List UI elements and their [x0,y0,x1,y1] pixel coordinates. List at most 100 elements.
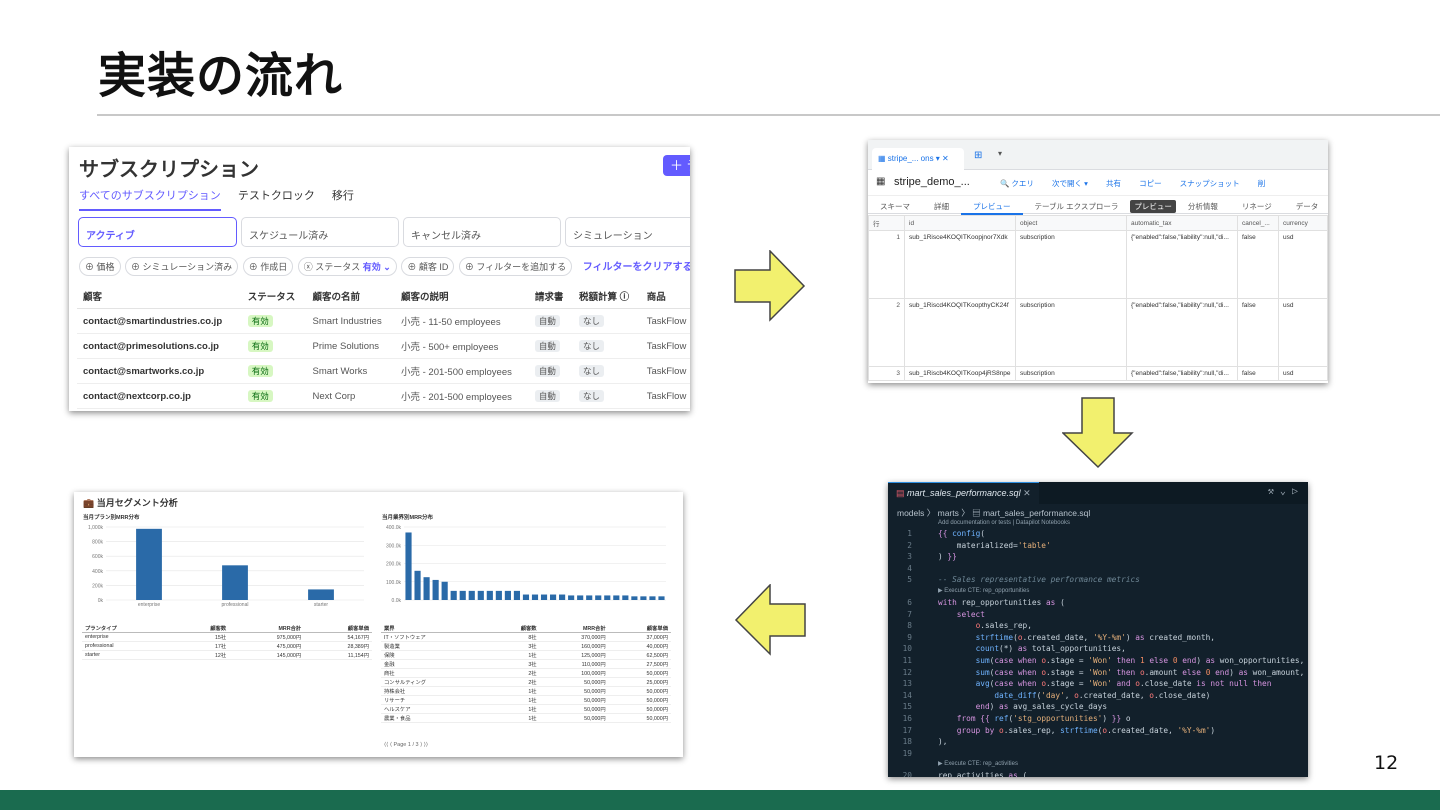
customer-description: 小売 - 201-500 employees [394,358,529,384]
chip-add-filter[interactable]: ⊕ フィルターを追加する [458,257,573,276]
invoice-badge: 自動 [534,365,560,377]
tab-schema[interactable]: スキーマ [868,197,922,215]
col-customer-desc[interactable]: 顧客の説明 [394,284,529,309]
table-row[interactable]: contact@smartindustries.co.jp 有効 Smart Ind… [77,308,690,334]
chevron-down-icon[interactable]: ⌄ [1280,486,1286,497]
table-pager[interactable]: ⟨⟨ ⟨ Page 1 / 3 ⟩ ⟩⟩ [384,742,428,748]
chart-bar [136,528,162,600]
arrow-down-icon [1062,397,1134,469]
chart-bar [531,594,539,600]
chip-simulated[interactable]: ⊕ シミュレーション済み [125,257,239,276]
y-tick-label: 400.0k [386,525,402,531]
table-header[interactable]: MRR合計 [539,624,609,634]
chip-status[interactable]: ⓧ ステータス 有効 ⌄ [297,257,397,276]
table-cell: 製造業 [381,641,490,652]
tab-lineage[interactable]: リネージ [1230,197,1284,215]
table-cell: 3社 [489,659,540,670]
filter-scheduled[interactable]: スケジュール済み [241,217,399,247]
table-row[interactable]: 3 sub_1Riscb4KOQITKoop4jRS8npe subscriptio… [868,366,1328,381]
filter-canceled[interactable]: キャンセル済み [403,217,561,247]
product-name: TaskFlow [640,383,690,409]
col-customer[interactable]: 顧客 [77,284,242,309]
table-cell: 145,000円 [229,650,305,661]
table-cell: 1社 [489,704,540,715]
arrow-right-icon [734,250,806,322]
filter-active[interactable]: アクティブ [78,217,237,247]
table-header[interactable]: プランタイプ [82,624,176,634]
tab-all-subscriptions[interactable]: すべてのサブスクリプション [79,187,221,211]
chip-price[interactable]: ⊕ 価格 [79,257,121,276]
tab-data[interactable]: データ [1284,197,1328,215]
col-tax[interactable]: 税額計算 ⓘ [573,284,641,309]
add-tab-icon[interactable]: ⊞ [974,150,982,161]
chip-created[interactable]: ⊕ 作成日 [242,257,294,276]
copy-button[interactable]: コピー [1139,179,1162,188]
chart-bar [658,596,665,600]
table-row: 保険 1社 125,000円 62,500円 [381,650,671,661]
tab-insights[interactable]: 分析情報 [1176,197,1230,215]
bigquery-table-tab[interactable]: ▦ stripe_... ons ▾ ✕ [872,148,964,170]
wrench-icon[interactable]: ⚒ [1268,486,1274,497]
table-header[interactable]: 顧客単価 [608,624,671,634]
filter-simulation[interactable]: シミュレーション [565,217,690,247]
table-row: 農業・食品 1社 50,000円 50,000円 [381,713,671,724]
chart-bar [640,596,647,600]
share-button[interactable]: 共有 [1106,179,1121,188]
col-cancel[interactable]: cancel_... [1237,215,1279,231]
table-row[interactable]: 1 sub_1Risce4KOQITKoopjnor7Xdk subscriptio… [868,230,1328,299]
industry-mrr-chart: 400.0k 300.0k 200.0k 100.0k 0.0k [386,525,666,604]
open-with-button[interactable]: 次で開く ▾ [1052,179,1088,188]
table-cell: 54,167円 [304,632,372,643]
table-header[interactable]: 業界 [381,624,490,634]
snapshot-button[interactable]: スナップショット [1180,179,1240,188]
col-currency[interactable]: currency [1278,215,1328,231]
table-cell: 保険 [381,650,490,661]
product-name: TaskFlow [640,308,690,334]
table-header[interactable]: MRR合計 [229,624,305,634]
table-header[interactable]: 顧客数 [175,624,230,634]
col-status[interactable]: ステータス [241,284,307,309]
col-product[interactable]: 商品 [640,284,690,309]
col-customer-name[interactable]: 顧客の名前 [306,284,395,309]
col-automatic-tax[interactable]: automatic_tax [1126,215,1238,231]
col-invoice[interactable]: 請求書 [528,284,574,309]
table-row[interactable]: 2 sub_1Riscd4KOQITKoopthyCK24f subscriptio… [868,298,1328,367]
editor-file-tab[interactable]: ▤ mart_sales_performance.sql ✕ [888,482,1039,504]
cancel-value: false [1237,230,1279,299]
tab-migration[interactable]: 移行 [332,187,354,209]
invoice-cell: 自動 [528,383,574,409]
run-icon[interactable]: ▷ [1292,486,1298,497]
table-row: コンサルティング 2社 50,000円 25,000円 [381,677,671,688]
table-row[interactable]: contact@nextcorp.co.jp 有効 Next Corp 小売 - 20… [77,383,690,409]
clear-filters-link[interactable]: フィルターをクリアする [583,262,690,273]
tax-cell: なし [573,358,641,384]
table-cell: 商社 [381,668,490,679]
close-icon[interactable]: ✕ [1023,488,1031,498]
tab-details[interactable]: 詳細 [922,197,961,215]
tab-test-clock[interactable]: テストクロック [238,187,315,209]
query-button[interactable]: 🔍 クエリ [1000,179,1034,188]
title-rule [97,114,1440,116]
codelens-execute-cte-2[interactable]: ▶ Execute CTE: rep_activities [888,759,1308,770]
chip-customer-id[interactable]: ⊕ 顧客 ID [401,257,455,276]
table-cell: 12社 [175,650,230,661]
table-cell: 110,000円 [539,659,609,670]
x-tick-label: enterprise [138,602,160,608]
delete-button[interactable]: 削 [1258,179,1266,188]
table-row[interactable]: contact@smartworks.co.jp 有効 Smart Works 小売 … [77,358,690,384]
codelens-execute-cte-1[interactable]: ▶ Execute CTE: rep_opportunities [888,586,1308,597]
table-header[interactable]: 顧客数 [489,624,540,634]
tab-menu-icon[interactable]: ▾ [998,149,1002,158]
new-subscription-button[interactable]: ＋ テ [663,155,690,176]
codelens-hint[interactable]: Add documentation or tests | Datapilot N… [888,518,1308,528]
col-object[interactable]: object [1015,215,1127,231]
table-row: 金融 3社 110,000円 27,500円 [381,659,671,670]
table-row[interactable]: contact@primesolutions.co.jp 有効 Prime Solu… [77,333,690,359]
col-id[interactable]: id [904,215,1016,231]
tab-preview[interactable]: プレビュー [961,197,1023,215]
table-header[interactable]: 顧客単価 [304,624,372,634]
code-area[interactable]: 1{{ config(2 materialized='table' 3) }} 4 5… [888,528,1308,777]
plan-mrr-chart: 1,000k 800k 600k 400k 200k 0k enterprise profes… [88,525,364,608]
tab-table-explorer[interactable]: テーブル エクスプローラ [1023,197,1131,215]
chart-bar [468,590,475,600]
